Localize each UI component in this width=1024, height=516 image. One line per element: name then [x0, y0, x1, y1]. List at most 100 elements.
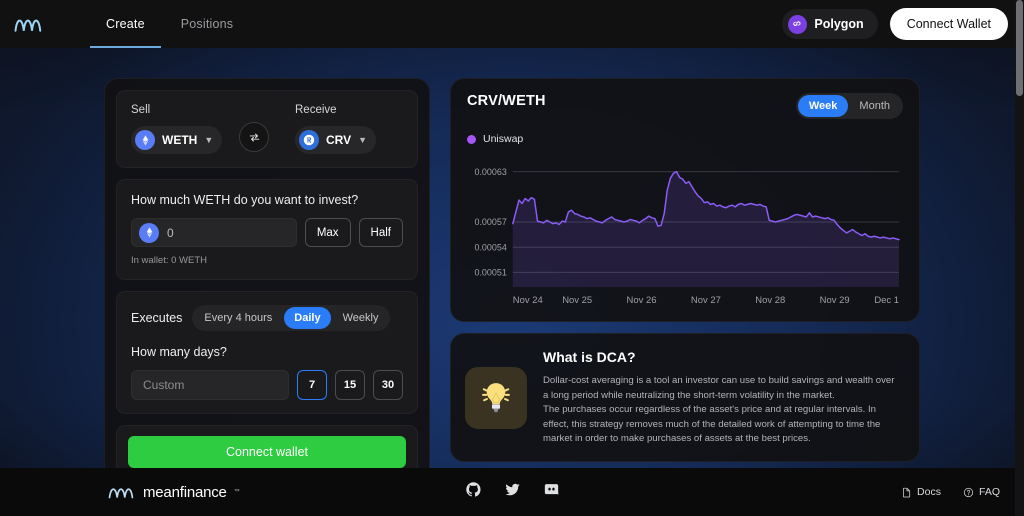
- invest-question: How much WETH do you want to invest?: [131, 193, 359, 207]
- chart-title: CRV/WETH: [467, 93, 546, 109]
- dca-info-card: What is DCA? Dollar-cost averaging is a …: [450, 333, 920, 462]
- footer-links: Docs FAQ: [901, 486, 1000, 498]
- executes-row: Executes Every 4 hours Daily Weekly: [131, 305, 403, 331]
- receive-token-label: CRV: [326, 133, 352, 147]
- chevron-down-icon: ▼: [358, 134, 368, 145]
- footer-link-docs-label: Docs: [917, 486, 941, 498]
- frequency-option-weekly[interactable]: Weekly: [333, 307, 389, 329]
- chart-x-tick-label: Nov 27: [691, 295, 721, 306]
- days-question: How many days?: [131, 345, 227, 359]
- frequency-option-every-4-hours[interactable]: Every 4 hours: [194, 307, 282, 329]
- legend-label-uniswap: Uniswap: [483, 133, 524, 145]
- document-icon: [903, 487, 911, 497]
- tab-create[interactable]: Create: [90, 0, 161, 48]
- weth-icon: [135, 130, 155, 150]
- connect-wallet-button-header[interactable]: Connect Wallet: [889, 8, 1008, 40]
- chart-range-week[interactable]: Week: [797, 95, 849, 117]
- dca-info-paragraph-1: Dollar-cost averaging is a tool an inves…: [543, 375, 895, 401]
- tab-positions-label: Positions: [180, 17, 234, 31]
- chart-x-tick-label: Nov 29: [820, 295, 850, 306]
- custom-days-placeholder: Custom: [143, 378, 185, 392]
- app-root: Create Positions Polygon Connect Wallet: [0, 0, 1024, 516]
- chart-y-tick-label: 0.00051: [474, 268, 506, 278]
- max-button[interactable]: Max: [304, 218, 351, 247]
- days-preset-15[interactable]: 15: [335, 370, 365, 400]
- footer-brand-name: meanfinance: [143, 483, 227, 501]
- sell-label: Sell: [131, 104, 151, 116]
- footer-brand[interactable]: meanfinance ™: [108, 483, 240, 501]
- chart-plot-area: 0.00063 0.00057 0.00054 0.00051: [467, 153, 903, 291]
- half-button[interactable]: Half: [358, 218, 403, 247]
- receive-token-selector[interactable]: CRV ▼: [295, 126, 377, 154]
- token-pair-row: Sell WETH ▼ Receive CRV ▼: [131, 104, 403, 154]
- page-scrollbar[interactable]: [1015, 0, 1024, 516]
- chart-y-tick-label: 0.00057: [474, 217, 506, 227]
- receive-side: Receive CRV ▼: [295, 104, 403, 154]
- dca-form-card: Sell WETH ▼ Receive CRV ▼ How much WETH …: [104, 78, 430, 491]
- token-pair-section: Sell WETH ▼ Receive CRV ▼: [116, 90, 418, 168]
- frequency-segmented-control: Every 4 hours Daily Weekly: [192, 305, 391, 331]
- chart-x-axis: Nov 24 Nov 25 Nov 26 Nov 27 Nov 28 Nov 29 Dec …: [467, 291, 903, 311]
- days-preset-7[interactable]: 7: [297, 370, 327, 400]
- days-preset-30[interactable]: 30: [373, 370, 403, 400]
- receive-label: Receive: [295, 104, 337, 116]
- scrollbar-thumb[interactable]: [1016, 0, 1023, 96]
- sell-token-selector[interactable]: WETH ▼: [131, 126, 223, 154]
- chart-legend: Uniswap: [467, 133, 903, 145]
- dca-info-text: What is DCA? Dollar-cost averaging is a …: [543, 349, 902, 447]
- network-label: Polygon: [814, 17, 864, 31]
- swap-direction-button[interactable]: [239, 122, 269, 152]
- swap-form-column: Sell WETH ▼ Receive CRV ▼ How much WETH …: [104, 78, 430, 491]
- twitter-icon[interactable]: [504, 481, 521, 503]
- chart-x-tick-label: Nov 28: [755, 295, 785, 306]
- frequency-option-label: Weekly: [342, 312, 379, 324]
- nav-tabs: Create Positions: [90, 0, 249, 48]
- tab-create-label: Create: [106, 17, 145, 31]
- question-circle-icon: [963, 487, 974, 497]
- dca-info-paragraph-2: The purchases occur regardless of the as…: [543, 404, 881, 445]
- chart-header: CRV/WETH Week Month: [467, 93, 903, 119]
- weth-icon: [139, 222, 159, 243]
- footer-link-docs[interactable]: Docs: [901, 486, 941, 498]
- lightbulb-icon: [465, 367, 527, 429]
- footer-trademark: ™: [233, 489, 240, 495]
- chart-x-tick-label: Dec 1: [874, 295, 899, 306]
- frequency-section: Executes Every 4 hours Daily Weekly How …: [116, 291, 418, 414]
- chart-range-label: Week: [808, 100, 838, 112]
- dca-info-title: What is DCA?: [543, 349, 636, 365]
- page-footer: meanfinance ™ Docs FAQ: [0, 468, 1024, 516]
- top-bar-right-controls: Polygon Connect Wallet: [782, 8, 1008, 40]
- footer-link-faq[interactable]: FAQ: [963, 486, 1000, 498]
- custom-days-input[interactable]: Custom: [131, 370, 289, 400]
- invest-amount-row: 0 Max Half: [131, 218, 403, 247]
- frequency-option-label: Daily: [294, 312, 321, 324]
- days-row: Custom 7 15 30: [131, 370, 403, 400]
- main-content: Sell WETH ▼ Receive CRV ▼ How much WETH …: [0, 48, 1024, 491]
- tab-positions[interactable]: Positions: [165, 0, 250, 48]
- invest-amount-input[interactable]: 0: [131, 218, 297, 247]
- chart-x-tick-label: Nov 25: [562, 295, 592, 306]
- polygon-icon: [788, 14, 808, 34]
- discord-icon[interactable]: [543, 481, 560, 503]
- wallet-balance-note: In wallet: 0 WETH: [131, 255, 208, 266]
- top-navigation-bar: Create Positions Polygon Connect Wallet: [0, 0, 1024, 48]
- chart-x-tick-label: Nov 26: [627, 295, 657, 306]
- connect-wallet-button-main[interactable]: Connect wallet: [128, 436, 406, 468]
- network-selector[interactable]: Polygon: [782, 9, 878, 39]
- chart-y-tick-label: 0.00054: [474, 242, 506, 252]
- meanfinance-logo-icon[interactable]: [14, 14, 44, 34]
- chart-y-tick-label: 0.00063: [474, 167, 506, 177]
- chevron-down-icon: ▼: [204, 134, 214, 145]
- chart-range-month[interactable]: Month: [848, 95, 901, 117]
- github-icon[interactable]: [465, 481, 482, 503]
- sell-token-label: WETH: [162, 133, 198, 147]
- chart-x-tick-label: Nov 24: [513, 295, 543, 306]
- frequency-option-label: Every 4 hours: [204, 312, 273, 324]
- chart-column: CRV/WETH Week Month Uniswap 0.00063 0.00…: [450, 78, 920, 462]
- executes-label: Executes: [131, 311, 183, 325]
- price-chart-card: CRV/WETH Week Month Uniswap 0.00063 0.00…: [450, 78, 920, 322]
- chart-range-label: Month: [859, 100, 890, 112]
- frequency-option-daily[interactable]: Daily: [284, 307, 331, 329]
- swap-arrows-icon: [249, 133, 259, 141]
- legend-color-swatch: [467, 134, 476, 144]
